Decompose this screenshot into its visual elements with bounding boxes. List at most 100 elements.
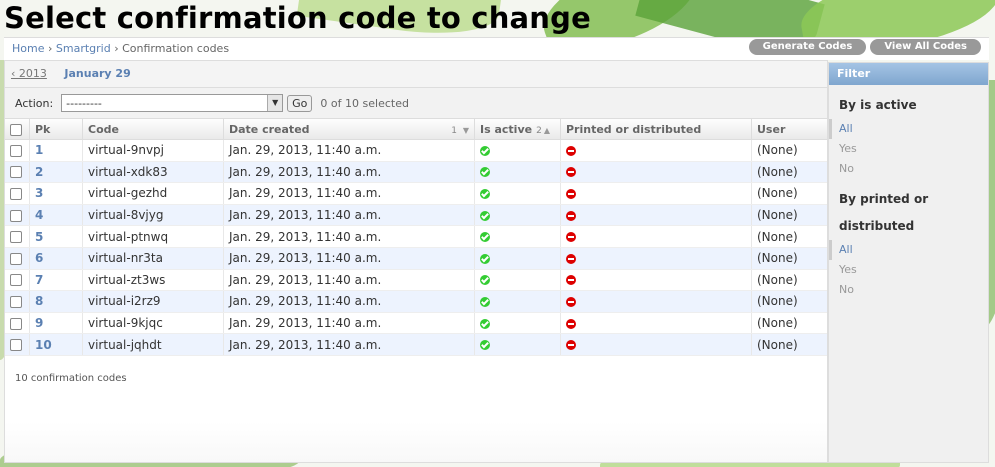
header-user[interactable]: User: [751, 119, 827, 140]
row-pk-link[interactable]: 10: [35, 338, 52, 352]
row-date-created: Jan. 29, 2013, 11:40 a.m.: [223, 269, 475, 292]
row-checkbox[interactable]: [10, 317, 22, 330]
table-row: 5 virtual-ptnwq Jan. 29, 2013, 11:40 a.m. (…: [5, 225, 827, 248]
breadcrumb: Home › Smartgrid › Confirmation codes Ge…: [4, 37, 989, 60]
row-code: virtual-9kjqc: [82, 312, 224, 335]
filter-title: Filter: [829, 63, 988, 85]
filter-group-title: By is active: [839, 98, 917, 112]
yes-icon: [480, 340, 490, 351]
row-checkbox[interactable]: [10, 295, 22, 308]
filter-options: All Yes No: [829, 119, 988, 179]
row-user: (None): [751, 225, 827, 248]
yes-icon: [480, 318, 490, 329]
row-date-created: Jan. 29, 2013, 11:40 a.m.: [223, 290, 475, 313]
row-checkbox[interactable]: [10, 231, 22, 244]
row-date-created: Jan. 29, 2013, 11:40 a.m.: [223, 139, 475, 162]
row-date-created: Jan. 29, 2013, 11:40 a.m.: [223, 312, 475, 335]
breadcrumb-separator: ›: [44, 42, 56, 55]
row-code: virtual-gezhd: [82, 182, 224, 205]
filter-option[interactable]: All: [829, 119, 988, 139]
yes-icon: [480, 167, 490, 178]
row-pk-link[interactable]: 6: [35, 251, 43, 265]
table-row: 8 virtual-i2rz9 Jan. 29, 2013, 11:40 a.m. (…: [5, 290, 827, 313]
row-pk-link[interactable]: 4: [35, 208, 43, 222]
filter-option[interactable]: Yes: [829, 260, 988, 280]
generate-codes-button[interactable]: Generate Codes: [748, 39, 867, 55]
row-checkbox[interactable]: [10, 187, 22, 200]
row-checkbox[interactable]: [10, 274, 22, 287]
no-icon: [566, 296, 576, 307]
header-is-active[interactable]: Is active 2 ▲: [474, 119, 561, 140]
filter-panel: Filter By is active All Yes No By printed or…: [828, 62, 989, 463]
row-pk-link[interactable]: 8: [35, 294, 43, 308]
row-code: virtual-jqhdt: [82, 333, 224, 356]
row-checkbox[interactable]: [10, 209, 22, 222]
no-icon: [566, 253, 576, 264]
sort-priority: 1: [451, 125, 457, 136]
row-user: (None): [751, 182, 827, 205]
row-checkbox[interactable]: [10, 144, 22, 157]
row-user: (None): [751, 204, 827, 227]
no-icon: [566, 232, 576, 243]
header-code[interactable]: Code: [82, 119, 224, 140]
row-pk-link[interactable]: 5: [35, 230, 43, 244]
result-table: Pk Code Date created 1 ▼ Is active 2 ▲ Pri…: [5, 119, 827, 356]
row-user: (None): [751, 269, 827, 292]
filter-option[interactable]: Yes: [829, 139, 988, 159]
chevron-down-icon: ▼: [267, 95, 283, 111]
row-pk-link[interactable]: 1: [35, 143, 43, 157]
row-pk-link[interactable]: 9: [35, 316, 43, 330]
row-date-created: Jan. 29, 2013, 11:40 a.m.: [223, 161, 475, 184]
breadcrumb-app-link[interactable]: Smartgrid: [56, 42, 111, 55]
changelist: ‹ 2013 January 29 Action: --------- ▼ Go…: [4, 60, 828, 463]
yes-icon: [480, 253, 490, 264]
view-all-codes-button[interactable]: View All Codes: [870, 39, 981, 55]
go-button[interactable]: Go: [287, 94, 313, 112]
filter-option[interactable]: All: [829, 240, 988, 260]
row-user: (None): [751, 290, 827, 313]
table-row: 4 virtual-8vjyg Jan. 29, 2013, 11:40 a.m. (…: [5, 204, 827, 227]
select-all-checkbox[interactable]: [10, 123, 22, 136]
object-tools: Generate Codes View All Codes: [748, 39, 981, 55]
row-checkbox[interactable]: [10, 166, 22, 179]
header-date-created[interactable]: Date created 1 ▼: [223, 119, 475, 140]
date-hierarchy-prev-year[interactable]: ‹ 2013: [11, 67, 47, 80]
row-pk-link[interactable]: 7: [35, 273, 43, 287]
no-icon: [566, 145, 576, 156]
row-pk-link[interactable]: 2: [35, 165, 43, 179]
table-row: 7 virtual-zt3ws Jan. 29, 2013, 11:40 a.m. (…: [5, 269, 827, 292]
row-code: virtual-ptnwq: [82, 225, 224, 248]
no-icon: [566, 340, 576, 351]
sort-priority: 2: [536, 125, 542, 136]
row-user: (None): [751, 312, 827, 335]
header-printed[interactable]: Printed or distributed: [560, 119, 752, 140]
sort-asc-icon[interactable]: ▲: [544, 126, 550, 135]
row-pk-link[interactable]: 3: [35, 186, 43, 200]
no-icon: [566, 167, 576, 178]
filter-option[interactable]: No: [829, 280, 988, 300]
row-code: virtual-i2rz9: [82, 290, 224, 313]
action-select[interactable]: --------- ▼: [61, 94, 284, 112]
breadcrumb-separator: ›: [110, 42, 123, 55]
filter-group-title: By printed or distributed: [839, 192, 929, 233]
row-checkbox[interactable]: [10, 252, 22, 265]
row-code: virtual-9nvpj: [82, 139, 224, 162]
row-date-created: Jan. 29, 2013, 11:40 a.m.: [223, 333, 475, 356]
row-user: (None): [751, 161, 827, 184]
date-hierarchy-current: January 29: [64, 67, 131, 80]
breadcrumb-home-link[interactable]: Home: [12, 42, 44, 55]
selection-counter: 0 of 10 selected: [320, 96, 409, 110]
sort-desc-icon[interactable]: ▼: [463, 126, 469, 135]
filter-option[interactable]: No: [829, 159, 988, 179]
row-code: virtual-nr3ta: [82, 247, 224, 270]
actions-bar: Action: --------- ▼ Go 0 of 10 selected: [5, 88, 827, 119]
yes-icon: [480, 145, 490, 156]
row-code: virtual-zt3ws: [82, 269, 224, 292]
row-code: virtual-xdk83: [82, 161, 224, 184]
header-pk[interactable]: Pk: [29, 119, 83, 140]
row-date-created: Jan. 29, 2013, 11:40 a.m.: [223, 182, 475, 205]
no-icon: [566, 275, 576, 286]
row-user: (None): [751, 247, 827, 270]
row-checkbox[interactable]: [10, 339, 22, 352]
yes-icon: [480, 232, 490, 243]
